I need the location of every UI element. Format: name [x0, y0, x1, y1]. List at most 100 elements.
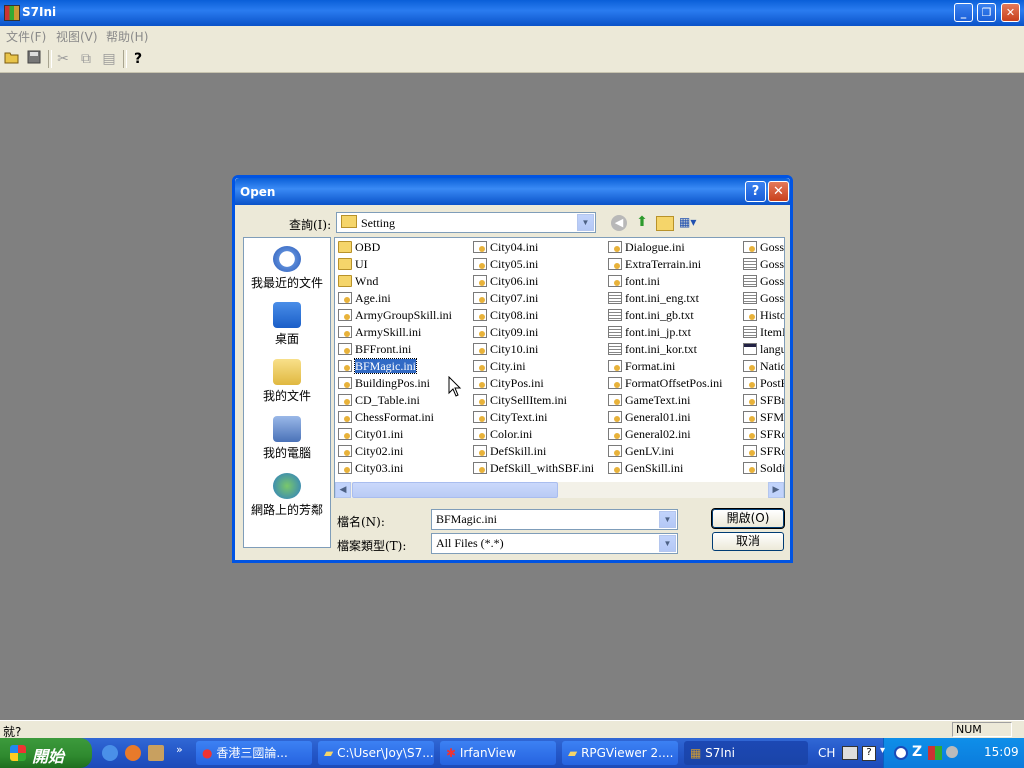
file-item[interactable]: Age.ini — [338, 290, 391, 306]
chevron-down-icon[interactable]: ▼ — [659, 535, 676, 552]
view-menu-icon[interactable]: ▦▾ — [679, 215, 701, 231]
file-item[interactable]: City05.ini — [473, 256, 538, 272]
file-item[interactable]: Color.ini — [473, 426, 532, 442]
open-button[interactable]: 開啟(O) — [711, 508, 785, 529]
start-button[interactable]: 開始 — [0, 738, 92, 768]
save-icon[interactable] — [25, 50, 43, 68]
file-item[interactable]: Goss — [743, 239, 784, 255]
new-folder-icon[interactable] — [656, 216, 674, 231]
cut-icon[interactable]: ✂ — [54, 50, 72, 68]
place-my-computer[interactable]: 我的電腦 — [244, 416, 330, 461]
paste-icon[interactable]: ▤ — [100, 50, 118, 68]
file-item[interactable]: ExtraTerrain.ini — [608, 256, 701, 272]
file-item[interactable]: GenLV.ini — [608, 443, 674, 459]
file-item[interactable]: Format.ini — [608, 358, 675, 374]
scroll-thumb[interactable] — [352, 482, 558, 498]
file-item[interactable]: DefSkill_withSBF.ini — [473, 460, 594, 476]
file-item[interactable]: FormatOffsetPos.ini — [608, 375, 722, 391]
task-button-active[interactable]: ▦ S7Ini — [684, 741, 808, 765]
help-icon[interactable]: ? — [862, 746, 876, 761]
file-item[interactable]: BFFront.ini — [338, 341, 411, 357]
file-item[interactable]: City03.ini — [338, 460, 403, 476]
file-item[interactable]: SFM — [743, 409, 784, 425]
file-item[interactable]: CityPos.ini — [473, 375, 544, 391]
file-item[interactable]: BuildingPos.ini — [338, 375, 430, 391]
filetype-dropdown[interactable]: All Files (*.*) ▼ — [431, 533, 678, 554]
place-my-documents[interactable]: 我的文件 — [244, 359, 330, 404]
folder-item[interactable]: OBD — [338, 239, 380, 255]
file-item[interactable]: GameText.ini — [608, 392, 690, 408]
task-button[interactable]: ✱ IrfanView — [440, 741, 556, 765]
folder-item[interactable]: Wnd — [338, 273, 378, 289]
file-item[interactable]: City10.ini — [473, 341, 538, 357]
file-item[interactable]: City08.ini — [473, 307, 538, 323]
task-button[interactable]: ▰ RPGViewer 2.... — [562, 741, 678, 765]
folder-item[interactable]: UI — [338, 256, 368, 272]
file-item[interactable]: Soldi — [743, 460, 784, 476]
back-icon[interactable]: ◀ — [611, 215, 627, 231]
task-button[interactable]: ▰ C:\User\Joy\S7... — [318, 741, 434, 765]
menu-file[interactable]: 文件(F) — [6, 28, 46, 45]
file-item[interactable]: City07.ini — [473, 290, 538, 306]
file-item[interactable]: font.ini_gb.txt — [608, 307, 694, 323]
file-item[interactable]: City06.ini — [473, 273, 538, 289]
file-item[interactable]: font.ini_jp.txt — [608, 324, 691, 340]
file-item[interactable]: ArmySkill.ini — [338, 324, 421, 340]
file-item[interactable]: Natic — [743, 358, 784, 374]
file-item[interactable]: ChessFormat.ini — [338, 409, 434, 425]
file-item[interactable]: langu — [743, 341, 784, 357]
keyboard-icon[interactable] — [842, 746, 858, 760]
file-item[interactable]: Goss — [743, 256, 784, 272]
quicklaunch-expand-icon[interactable]: » — [176, 743, 183, 756]
file-item[interactable]: Dialogue.ini — [608, 239, 685, 255]
cancel-button[interactable]: 取消 — [712, 532, 784, 551]
restore-button[interactable]: ❐ — [977, 3, 996, 22]
file-item[interactable]: BFMagic.ini — [338, 358, 418, 374]
tray-expand-icon[interactable]: ▾ — [880, 745, 885, 756]
ie-icon[interactable] — [102, 745, 118, 761]
file-item[interactable]: SFBr — [743, 392, 784, 408]
tray-app-icon[interactable] — [946, 746, 958, 758]
file-item[interactable]: CD_Table.ini — [338, 392, 420, 408]
place-desktop[interactable]: 桌面 — [244, 302, 330, 347]
chevron-down-icon[interactable]: ▼ — [577, 214, 594, 231]
file-item[interactable]: ItemI — [743, 324, 784, 340]
copy-icon[interactable]: ⧉ — [77, 50, 95, 68]
file-item[interactable]: ArmyGroupSkill.ini — [338, 307, 452, 323]
file-item[interactable]: SFRc — [743, 426, 784, 442]
file-item[interactable]: City09.ini — [473, 324, 538, 340]
menu-help[interactable]: 帮助(H) — [106, 28, 148, 45]
chevron-down-icon[interactable]: ▼ — [659, 511, 676, 528]
file-item[interactable]: CitySellItem.ini — [473, 392, 567, 408]
minimize-button[interactable]: _ — [954, 3, 973, 22]
file-item[interactable]: City04.ini — [473, 239, 538, 255]
help-icon[interactable]: ? — [129, 50, 147, 68]
file-item[interactable]: City02.ini — [338, 443, 403, 459]
filename-input[interactable]: BFMagic.ini ▼ — [431, 509, 678, 530]
scroll-left-icon[interactable]: ◀ — [335, 482, 351, 498]
task-button[interactable]: ● 香港三國論... — [196, 741, 312, 765]
file-item[interactable]: PostF — [743, 375, 784, 391]
up-folder-icon[interactable]: ⬆ — [634, 214, 650, 230]
file-item[interactable]: Histo — [743, 307, 784, 323]
file-item[interactable]: font.ini_eng.txt — [608, 290, 699, 306]
file-item[interactable]: Goss — [743, 290, 784, 306]
tray-app-icon[interactable] — [928, 746, 942, 760]
file-item[interactable]: City.ini — [473, 358, 526, 374]
file-item[interactable]: General02.ini — [608, 426, 691, 442]
file-item[interactable]: font.ini_kor.txt — [608, 341, 697, 357]
zonealarm-icon[interactable]: Z — [912, 744, 922, 760]
open-folder-icon[interactable] — [3, 50, 21, 68]
scroll-right-icon[interactable]: ▶ — [768, 482, 784, 498]
file-list[interactable]: OBD UI Wnd Age.ini ArmyGroupSkill.ini ArmySki… — [334, 237, 785, 498]
file-item[interactable]: SFRc — [743, 443, 784, 459]
file-item[interactable]: Goss — [743, 273, 784, 289]
file-item[interactable]: General01.ini — [608, 409, 691, 425]
input-language-indicator[interactable]: CH — [818, 746, 835, 760]
back-arrow-tray-icon[interactable] — [894, 746, 908, 760]
close-button[interactable]: ✕ — [1001, 3, 1020, 22]
menu-view[interactable]: 视图(V) — [56, 28, 98, 45]
place-recent[interactable]: 我最近的文件 — [244, 246, 330, 291]
lookin-dropdown[interactable]: Setting ▼ — [336, 212, 596, 233]
file-item[interactable]: City01.ini — [338, 426, 403, 442]
